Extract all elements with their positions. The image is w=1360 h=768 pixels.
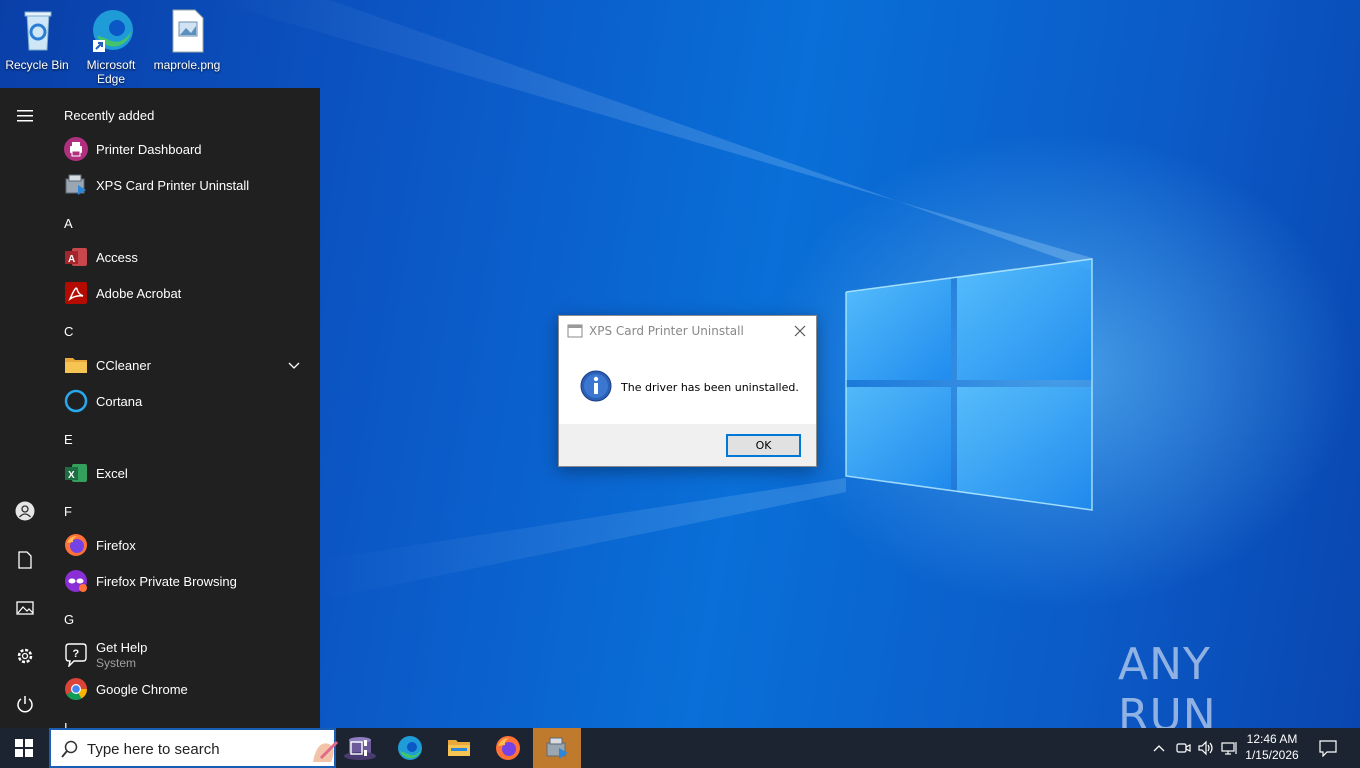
- section-letter-f[interactable]: F: [64, 504, 72, 519]
- dialog-footer: OK: [559, 424, 816, 466]
- section-letter-a[interactable]: A: [64, 216, 73, 231]
- app-title: Get Help: [96, 640, 148, 655]
- app-access[interactable]: A Access: [50, 239, 312, 275]
- app-label: Cortana: [96, 393, 143, 409]
- search-icon: [61, 740, 79, 763]
- clock-date: 1/15/2026: [1245, 748, 1299, 762]
- recently-added-heading: Recently added: [64, 108, 155, 123]
- app-label: Firefox Private Browsing: [96, 573, 237, 589]
- acrobat-icon: [64, 281, 88, 305]
- dialog-title: XPS Card Printer Uninstall: [589, 324, 744, 338]
- taskbar-edge-icon[interactable]: [386, 728, 434, 768]
- app-ccleaner-folder[interactable]: CCleaner: [50, 347, 312, 383]
- chevron-up-icon[interactable]: [1149, 738, 1169, 758]
- desktop-icon-recycle-bin[interactable]: Recycle Bin: [0, 6, 74, 72]
- section-letter-g[interactable]: G: [64, 612, 74, 627]
- firefox-icon: [64, 533, 88, 557]
- clock-time: 12:46 AM: [1246, 732, 1298, 746]
- app-label: Adobe Acrobat: [96, 285, 182, 301]
- uninstall-icon: [64, 173, 88, 197]
- app-get-help[interactable]: ? Get Help System: [50, 635, 312, 675]
- hamburger-icon[interactable]: [0, 96, 50, 136]
- info-icon: [580, 370, 612, 402]
- app-label: Firefox: [96, 537, 136, 553]
- watermark-text: ANY RUN: [1118, 639, 1217, 728]
- message-dialog: XPS Card Printer Uninstall The driver ha…: [558, 315, 817, 467]
- desktop-icon-label: maprole.png: [153, 58, 221, 72]
- app-firefox-private[interactable]: Firefox Private Browsing: [50, 563, 312, 599]
- task-view-icon[interactable]: [336, 728, 384, 768]
- ok-button[interactable]: OK: [726, 434, 801, 457]
- windows-logo-icon: [15, 739, 33, 757]
- meet-now-icon[interactable]: [1173, 738, 1193, 758]
- svg-text:X: X: [68, 470, 75, 481]
- app-label: Get Help System: [96, 640, 147, 670]
- xps-uninstall-icon[interactable]: [533, 728, 581, 768]
- taskbar-firefox-icon[interactable]: [484, 728, 532, 768]
- volume-icon[interactable]: [1196, 738, 1216, 758]
- app-label: Excel: [96, 465, 128, 481]
- excel-icon: X: [64, 461, 88, 485]
- desktop-icon-label: Recycle Bin: [5, 58, 69, 72]
- recycle-bin-icon: [13, 6, 61, 54]
- app-label: Access: [96, 249, 138, 265]
- clock[interactable]: 12:46 AM 1/15/2026: [1236, 731, 1308, 763]
- section-letter-i[interactable]: I: [64, 720, 68, 728]
- app-label: Printer Dashboard: [96, 141, 202, 157]
- start-button[interactable]: [0, 728, 48, 768]
- search-input[interactable]: [87, 738, 257, 760]
- folder-icon: [64, 353, 88, 377]
- start-rail: [0, 88, 50, 728]
- desktop-icon-edge[interactable]: Microsoft Edge: [74, 6, 148, 86]
- image-file-icon: [163, 6, 211, 54]
- app-label: Google Chrome: [96, 681, 188, 697]
- app-xps-uninstall[interactable]: XPS Card Printer Uninstall: [50, 167, 312, 203]
- app-label: CCleaner: [96, 357, 151, 373]
- documents-icon[interactable]: [0, 540, 50, 580]
- section-letter-c[interactable]: C: [64, 324, 73, 339]
- dialog-message: The driver has been uninstalled.: [621, 381, 799, 394]
- close-icon[interactable]: [790, 321, 810, 341]
- app-printer-dashboard[interactable]: Printer Dashboard: [50, 131, 312, 167]
- dialog-titlebar[interactable]: XPS Card Printer Uninstall: [559, 316, 816, 346]
- app-window-icon: [567, 323, 583, 339]
- search-box[interactable]: [49, 728, 376, 768]
- section-letter-e[interactable]: E: [64, 432, 73, 447]
- dialog-body: The driver has been uninstalled.: [559, 346, 816, 424]
- start-menu: Recently added Printer Dashboard XPS Car…: [0, 88, 320, 728]
- settings-icon[interactable]: [0, 636, 50, 676]
- desktop-icon-label: Microsoft Edge: [86, 58, 136, 86]
- app-excel[interactable]: X Excel: [50, 455, 312, 491]
- pictures-icon[interactable]: [0, 588, 50, 628]
- app-cortana[interactable]: Cortana: [50, 383, 312, 419]
- desktop-icon-maprole[interactable]: maprole.png: [150, 6, 224, 72]
- svg-text:?: ?: [73, 648, 80, 660]
- app-label: XPS Card Printer Uninstall: [96, 177, 250, 193]
- power-icon[interactable]: [0, 684, 50, 724]
- app-sublabel: System: [96, 656, 137, 670]
- cortana-icon: [64, 389, 88, 413]
- user-icon[interactable]: [0, 491, 50, 531]
- svg-text:A: A: [68, 254, 75, 265]
- notification-center-icon[interactable]: [1310, 728, 1346, 768]
- edge-icon: [87, 6, 135, 54]
- get-help-icon: ?: [64, 643, 88, 669]
- watermark: ANY RUN: [1118, 639, 1318, 728]
- file-explorer-icon[interactable]: [435, 728, 483, 768]
- app-firefox[interactable]: Firefox: [50, 527, 312, 563]
- app-google-chrome[interactable]: Google Chrome: [50, 671, 312, 707]
- app-adobe-acrobat[interactable]: Adobe Acrobat: [50, 275, 312, 311]
- chrome-icon: [64, 677, 88, 701]
- firefox-private-icon: [64, 569, 88, 593]
- printer-dashboard-icon: [64, 137, 88, 161]
- access-icon: A: [64, 245, 88, 269]
- taskbar: 12:46 AM 1/15/2026: [0, 728, 1360, 768]
- app-list[interactable]: Recently added Printer Dashboard XPS Car…: [50, 88, 320, 728]
- chevron-down-icon[interactable]: [288, 357, 300, 375]
